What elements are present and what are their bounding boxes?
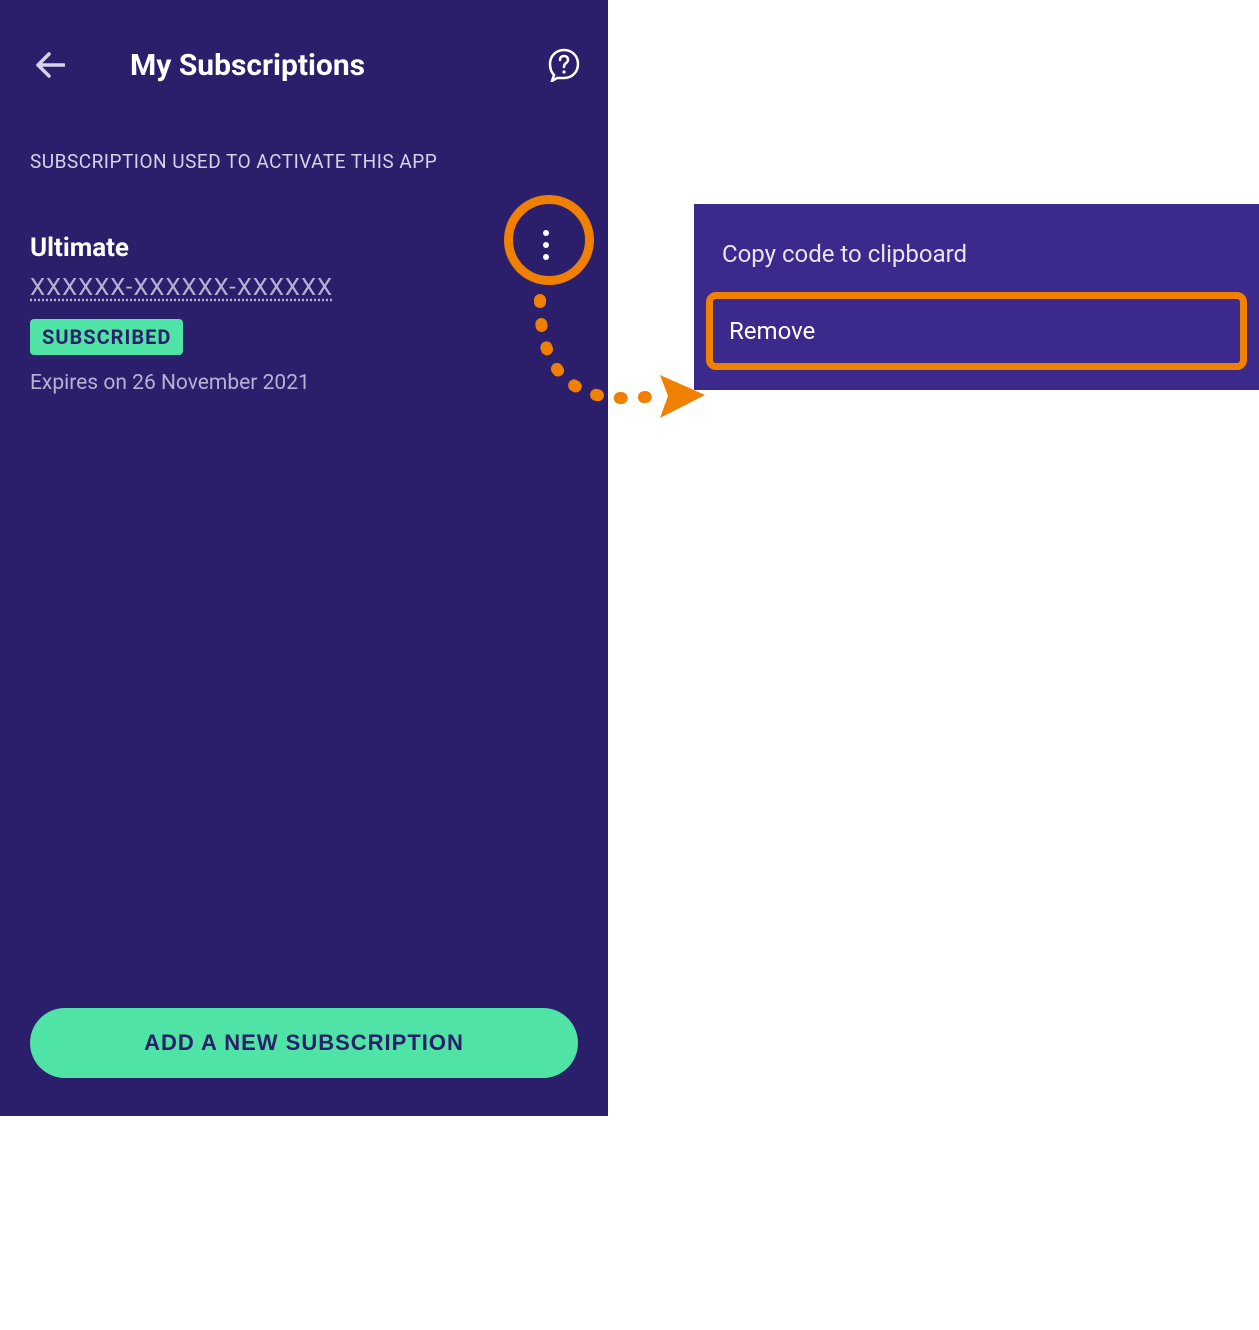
arrow-left-icon: [35, 52, 65, 78]
context-menu: Copy code to clipboard Remove: [694, 204, 1259, 390]
expiry-text: Expires on 26 November 2021: [30, 371, 578, 395]
add-subscription-button[interactable]: ADD A NEW SUBSCRIPTION: [30, 1008, 578, 1078]
subscription-card: Ultimate XXXXXX-XXXXXX-XXXXXX SUBSCRIBED…: [0, 173, 608, 395]
more-options-button[interactable]: [524, 223, 568, 267]
page-title: My Subscriptions: [130, 48, 365, 83]
activation-code: XXXXXX-XXXXXX-XXXXXX: [30, 273, 578, 301]
menu-item-remove[interactable]: Remove: [706, 292, 1247, 370]
status-badge: SUBSCRIBED: [30, 319, 183, 355]
more-vertical-icon: [543, 230, 549, 260]
plan-name: Ultimate: [30, 233, 578, 263]
menu-item-copy-code[interactable]: Copy code to clipboard: [694, 226, 1259, 282]
subscriptions-screen: My Subscriptions SUBSCRIPTION USED TO AC…: [0, 0, 608, 1116]
back-button[interactable]: [30, 45, 70, 85]
section-label: SUBSCRIPTION USED TO ACTIVATE THIS APP: [0, 100, 608, 173]
header: My Subscriptions: [0, 0, 608, 100]
help-button[interactable]: [544, 45, 584, 85]
help-icon: [547, 48, 581, 82]
